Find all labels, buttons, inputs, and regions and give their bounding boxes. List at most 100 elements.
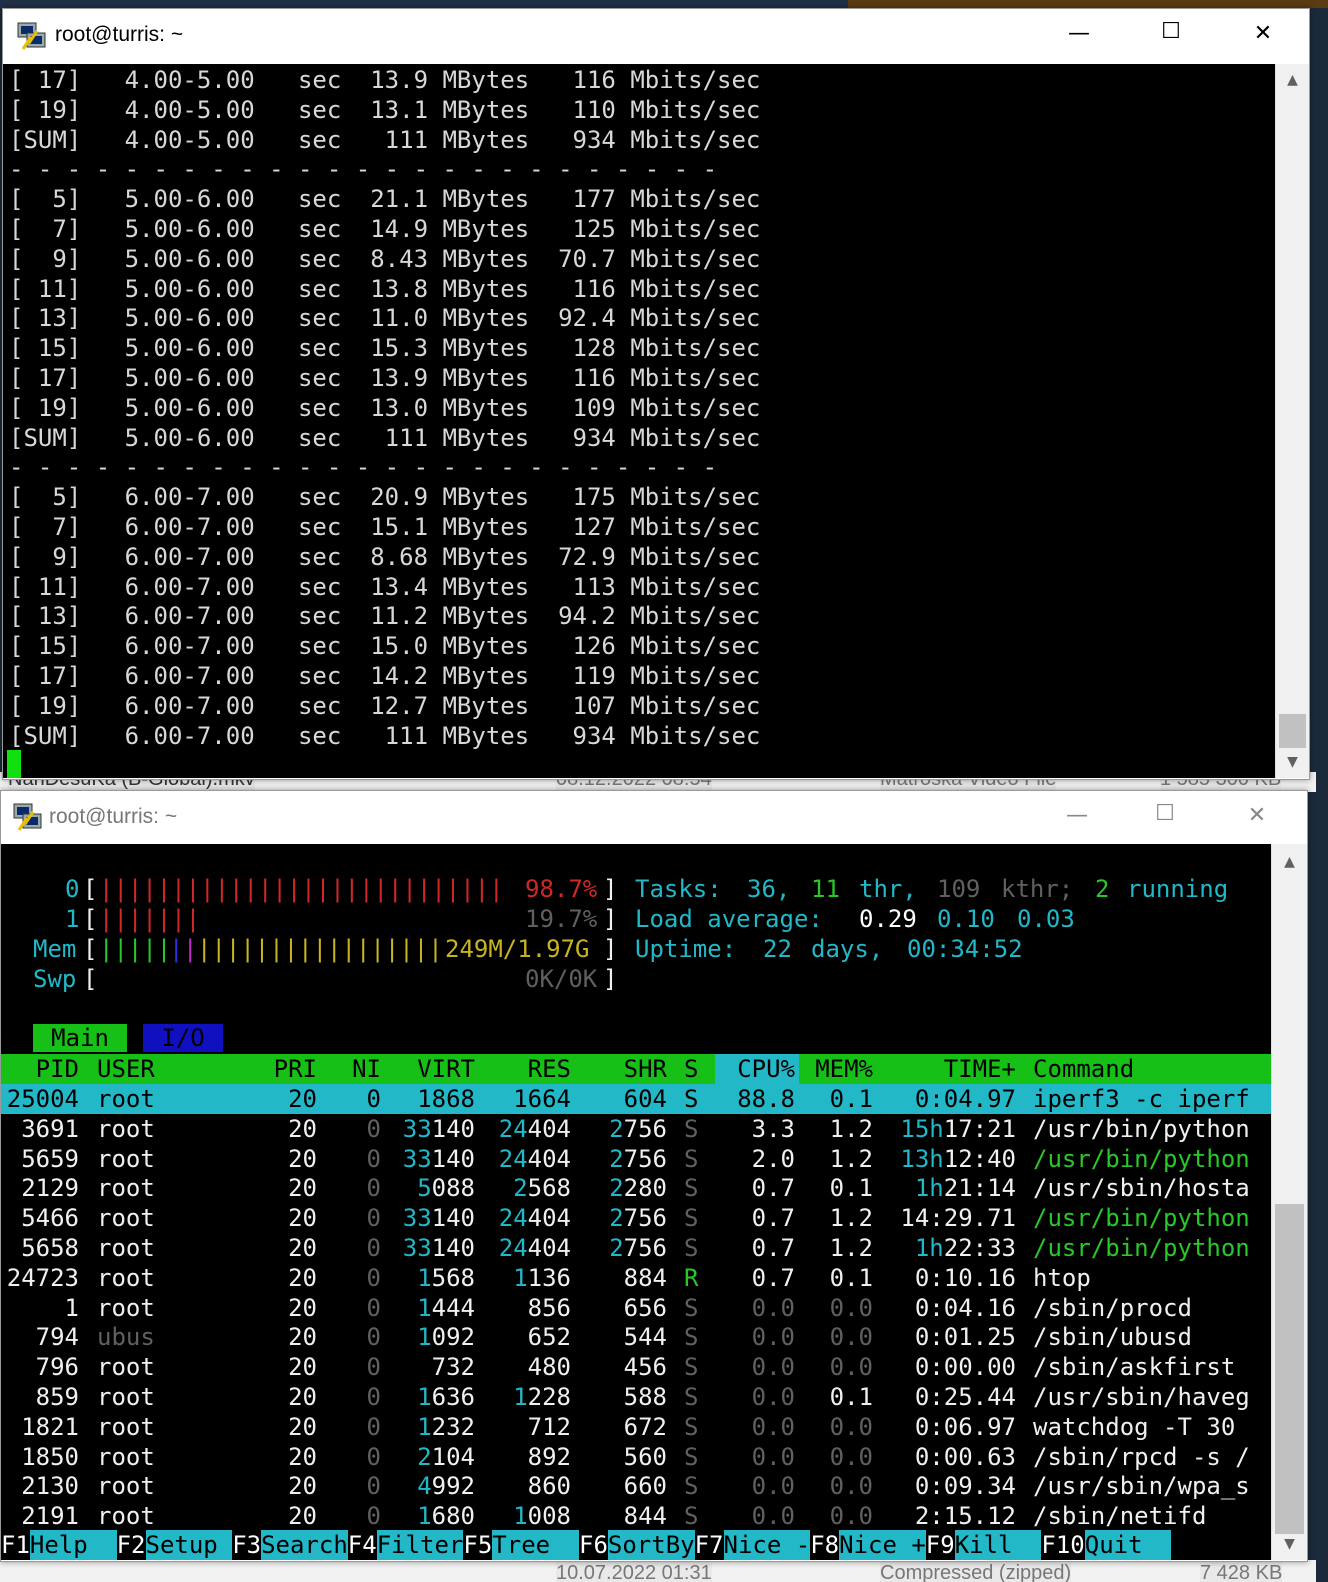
cell-shr: 844 bbox=[623, 1502, 667, 1531]
cell-virt: 1232 bbox=[417, 1412, 475, 1441]
threads-count: 11 bbox=[811, 875, 840, 903]
cell-ni: 0 bbox=[366, 1144, 381, 1173]
cell-shr: 2756 bbox=[609, 1234, 667, 1262]
cell-cmd: /sbin/procd bbox=[1033, 1293, 1192, 1322]
tab-io[interactable]: I/O bbox=[143, 1024, 223, 1052]
fkey-f6: F6 bbox=[579, 1531, 608, 1559]
cell-time: 14:29.71 bbox=[900, 1204, 1016, 1233]
cell-user: root bbox=[97, 1472, 155, 1501]
fkey-action-nice[interactable]: Nice + bbox=[839, 1530, 926, 1560]
kthreads-label: kthr; bbox=[1001, 875, 1074, 903]
putty-icon bbox=[15, 19, 49, 57]
desktop-background-art bbox=[848, 0, 1328, 8]
close-button[interactable]: ✕ bbox=[1217, 21, 1309, 46]
cell-pri: 20 bbox=[288, 1502, 317, 1531]
column-header-pid: PID bbox=[35, 1055, 79, 1083]
mem-bars-buffers: | bbox=[169, 935, 184, 963]
cell-s: S bbox=[684, 1144, 699, 1173]
column-header-user: USER bbox=[97, 1055, 155, 1083]
meter-bracket: [ bbox=[83, 905, 98, 933]
function-key-bar: F1 Help F2 Setup F3 Search F4 Filter F5 Tree F6… bbox=[1, 1530, 1271, 1560]
fkey-action-kill[interactable]: Kill bbox=[954, 1530, 1042, 1560]
scrollbar[interactable]: ▲ ▼ bbox=[1271, 844, 1307, 1560]
cell-user: root bbox=[97, 1442, 155, 1471]
cell-cmd: /usr/bin/python bbox=[1033, 1144, 1250, 1173]
scroll-up-icon[interactable]: ▲ bbox=[1272, 854, 1307, 870]
scrollbar-thumb[interactable] bbox=[1275, 1204, 1304, 1534]
tasks-count: 36, bbox=[747, 875, 791, 903]
cell-time: 0:10.16 bbox=[914, 1263, 1016, 1292]
cell-mem: 0.0 bbox=[829, 1412, 873, 1441]
terminal-line: [ 7] 5.00-6.00 sec 14.9 MBytes 125 Mbits… bbox=[9, 215, 761, 243]
terminal-output[interactable]: [ 17] 4.00-5.00 sec 13.9 MBytes 116 Mbit… bbox=[3, 64, 1275, 778]
cell-user: root bbox=[97, 1204, 155, 1233]
cell-virt: 33140 bbox=[402, 1234, 476, 1262]
scroll-down-icon[interactable]: ▼ bbox=[1272, 1536, 1307, 1552]
tab-main[interactable]: Main bbox=[33, 1024, 127, 1052]
fkey-f2: F2 bbox=[116, 1531, 146, 1559]
meter-bracket: [ bbox=[83, 965, 98, 993]
scroll-up-icon[interactable]: ▲ bbox=[1276, 72, 1309, 88]
cell-pri: 20 bbox=[288, 1323, 317, 1352]
cell-res: 24404 bbox=[498, 1234, 572, 1262]
cell-cpu: 0.0 bbox=[751, 1442, 795, 1471]
fkey-action-quit[interactable]: Quit bbox=[1084, 1530, 1172, 1560]
cell-ni: 0 bbox=[366, 1114, 381, 1143]
cell-time: 0:06.97 bbox=[914, 1412, 1016, 1441]
cell-cpu: 0.7 bbox=[751, 1234, 795, 1262]
title-bar[interactable]: root@turris: ~ — ☐ ✕ bbox=[1, 791, 1307, 844]
terminal-window-htop[interactable]: root@turris: ~ — ☐ ✕ 0[|||||||||||||||||… bbox=[0, 790, 1308, 1562]
cell-pri: 20 bbox=[288, 1442, 317, 1471]
cell-cpu: 0.0 bbox=[751, 1293, 795, 1322]
fkey-action-sortby[interactable]: SortBy bbox=[607, 1530, 695, 1560]
cell-user: root bbox=[97, 1085, 155, 1113]
cell-time: 0:25.44 bbox=[914, 1383, 1016, 1411]
fkey-action-help[interactable]: Help bbox=[29, 1530, 117, 1560]
fkey-action-search[interactable]: Search bbox=[261, 1530, 348, 1560]
scrollbar-thumb[interactable] bbox=[1279, 714, 1306, 748]
running-count: 2 bbox=[1095, 875, 1110, 903]
fkey-action-tree[interactable]: Tree bbox=[492, 1530, 579, 1560]
mem-bars-cache: ||||||||||||||||| bbox=[197, 935, 443, 963]
cell-pri: 20 bbox=[288, 1472, 317, 1501]
cell-res: 1664 bbox=[513, 1085, 571, 1113]
terminal-line: [ 17] 6.00-7.00 sec 14.2 MBytes 119 Mbit… bbox=[9, 662, 761, 690]
title-bar[interactable]: root@turris: ~ — ☐ ✕ bbox=[3, 9, 1309, 64]
column-header-command: Command bbox=[1033, 1055, 1135, 1083]
cell-shr: 588 bbox=[623, 1383, 667, 1411]
minimize-button[interactable]: — bbox=[1031, 803, 1123, 828]
fkey-action-nice[interactable]: Nice - bbox=[723, 1530, 810, 1560]
cell-cpu: 0.0 bbox=[751, 1323, 795, 1352]
terminal-window-iperf[interactable]: root@turris: ~ — ☐ ✕ [ 17] 4.00-5.00 sec… bbox=[2, 8, 1310, 780]
cell-s: S bbox=[684, 1502, 699, 1531]
mem-bars-used: ||||| bbox=[99, 935, 172, 963]
scrollbar[interactable]: ▲ ▼ bbox=[1275, 64, 1309, 778]
cell-shr: 544 bbox=[623, 1323, 667, 1352]
cell-ni: 0 bbox=[366, 1263, 381, 1292]
cell-cpu: 2.0 bbox=[751, 1144, 795, 1173]
minimize-button[interactable]: — bbox=[1033, 21, 1125, 46]
cell-mem: 1.2 bbox=[829, 1204, 873, 1233]
cell-pri: 20 bbox=[288, 1174, 317, 1203]
cell-virt: 1636 bbox=[417, 1383, 475, 1411]
htop-screen[interactable]: 0[|||||||||||||||||||||||||||| 98.7%] 1[||… bbox=[1, 844, 1271, 1560]
cell-pid: 24723 bbox=[6, 1263, 79, 1292]
cell-s: S bbox=[684, 1442, 699, 1471]
maximize-button[interactable]: ☐ bbox=[1125, 19, 1217, 44]
maximize-button[interactable]: ☐ bbox=[1119, 801, 1211, 826]
cell-shr: 672 bbox=[623, 1412, 667, 1441]
load-1: 0.29 bbox=[859, 905, 917, 933]
scroll-down-icon[interactable]: ▼ bbox=[1276, 754, 1309, 770]
cpu0-value: 98.7% bbox=[525, 875, 598, 903]
terminal-line: [ 17] 4.00-5.00 sec 13.9 MBytes 116 Mbit… bbox=[9, 66, 761, 94]
terminal-line: [SUM] 5.00-6.00 sec 111 MBytes 934 Mbits… bbox=[9, 423, 761, 452]
cell-time: 2:15.12 bbox=[914, 1502, 1016, 1531]
cell-time: 13h12:40 bbox=[900, 1144, 1016, 1173]
cell-time: 0:09.34 bbox=[914, 1472, 1016, 1501]
threads-label: thr, bbox=[859, 875, 917, 903]
close-button[interactable]: ✕ bbox=[1211, 803, 1303, 828]
cell-pid: 25004 bbox=[6, 1085, 79, 1113]
fkey-action-filter[interactable]: Filter bbox=[376, 1530, 463, 1560]
cell-pid: 1850 bbox=[21, 1442, 79, 1471]
fkey-action-setup[interactable]: Setup bbox=[145, 1530, 233, 1560]
